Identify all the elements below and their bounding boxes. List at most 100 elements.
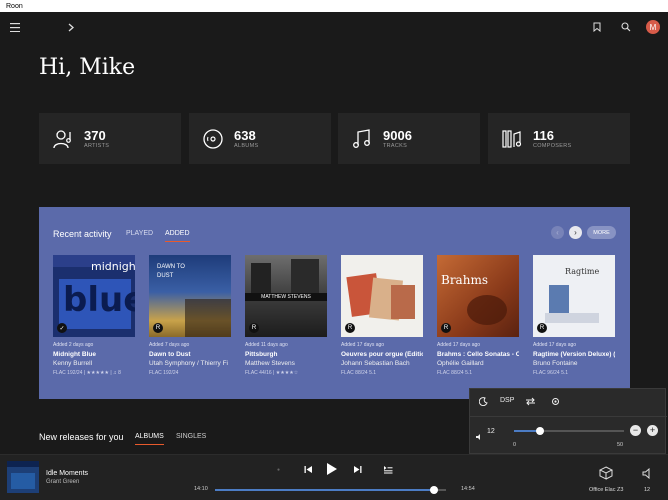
card-title[interactable]: Ragtime (Version Deluxe) (Ée: [533, 351, 615, 358]
card-artist[interactable]: Ophélie Gaillard: [437, 360, 519, 367]
card-title[interactable]: Dawn to Dust: [149, 351, 231, 358]
stat-card-composers[interactable]: 116 COMPOSERS: [488, 113, 630, 164]
volume-min-label: 0: [513, 442, 517, 448]
roon-badge-icon: R: [249, 323, 259, 333]
tab-added[interactable]: ADDED: [165, 230, 190, 242]
track-artist[interactable]: Grant Green: [46, 479, 79, 485]
search-icon[interactable]: [619, 20, 633, 34]
track-title[interactable]: Idle Moments: [46, 470, 88, 477]
now-playing-cover[interactable]: [7, 461, 39, 493]
card-added-date: Added 17 days ago: [341, 342, 385, 348]
tab-singles[interactable]: SINGLES: [176, 433, 206, 440]
card-added-date: Added 11 days ago: [245, 342, 288, 348]
card-format: FLAC 96/24 5.1: [533, 370, 569, 376]
album-card[interactable]: midnight blue ✓ Added 2 days ago Midnigh…: [53, 255, 135, 376]
card-artist[interactable]: Matthew Stevens: [245, 360, 327, 367]
tab-albums[interactable]: ALBUMS: [135, 433, 164, 445]
albums-count: 638: [234, 127, 256, 143]
user-avatar[interactable]: M: [646, 20, 660, 34]
tracks-label: TRACKS: [383, 142, 408, 149]
card-title[interactable]: Midnight Blue: [53, 351, 135, 358]
roon-badge-icon: R: [153, 323, 163, 333]
album-card[interactable]: DAWN TO DUST R Added 7 days ago Dawn to …: [149, 255, 231, 376]
artists-label: ARTISTS: [84, 142, 110, 149]
sleep-moon-icon[interactable]: [478, 397, 488, 408]
card-artist[interactable]: Johann Sebastian Bach: [341, 360, 423, 367]
roon-badge-icon: R: [441, 323, 451, 333]
album-card[interactable]: MATTHEW STEVENS R Added 11 days ago Pitt…: [245, 255, 327, 376]
volume-up-button[interactable]: +: [647, 425, 658, 436]
volume-slider-handle[interactable]: [536, 427, 545, 435]
album-card[interactable]: R Added 17 days ago Oeuvres pour orgue (…: [341, 255, 423, 376]
elapsed-time: 14:10: [194, 486, 208, 492]
volume-speaker-icon[interactable]: [642, 466, 653, 484]
stat-card-albums[interactable]: 638 ALBUMS: [189, 113, 331, 164]
card-artist[interactable]: Bruno Fontaine: [533, 360, 615, 367]
volume-popup: DSP 12 0 50 − +: [469, 388, 667, 454]
divider: [470, 416, 667, 417]
settings-gear-icon[interactable]: [551, 397, 560, 408]
zone-name[interactable]: Office Elac Z3: [589, 487, 623, 493]
album-cover[interactable]: midnight blue ✓: [53, 255, 135, 337]
next-track-icon[interactable]: [353, 465, 362, 476]
composer-icon: [502, 129, 522, 148]
seek-bar[interactable]: [215, 486, 446, 494]
stat-card-tracks[interactable]: 9006 TRACKS: [338, 113, 480, 164]
card-artist[interactable]: Utah Symphony / Thierry Fi: [149, 360, 231, 367]
greeting-heading: Hi, Mike: [39, 55, 136, 80]
album-cover[interactable]: Ragtime R: [533, 255, 615, 337]
album-card[interactable]: Ragtime R Added 17 days ago Ragtime (Ver…: [533, 255, 615, 376]
previous-page-button[interactable]: ‹: [551, 226, 564, 239]
composers-label: COMPOSERS: [533, 142, 572, 149]
card-artist[interactable]: Kenny Burrell: [53, 360, 135, 367]
previous-track-icon[interactable]: [304, 465, 313, 476]
volume-max-label: 50: [617, 442, 624, 448]
more-button[interactable]: MORE: [587, 226, 616, 239]
artist-icon: [53, 129, 71, 148]
window-title: Roon: [6, 2, 23, 10]
card-format: FLAC 88/24 5.1: [437, 370, 473, 376]
player-volume-value: 12: [644, 487, 651, 493]
new-releases-title: New releases for you: [39, 432, 124, 442]
volume-down-button[interactable]: −: [630, 425, 641, 436]
album-cover[interactable]: DAWN TO DUST R: [149, 255, 231, 337]
album-card[interactable]: Brahms R Added 17 days ago Brahms : Cell…: [437, 255, 519, 376]
roon-badge-icon: R: [537, 323, 547, 333]
card-format: FLAC 192/24: [149, 370, 179, 376]
card-added-date: Added 17 days ago: [533, 342, 577, 348]
artists-count: 370: [84, 127, 106, 143]
dsp-button[interactable]: DSP: [500, 397, 514, 404]
forward-chevron-icon[interactable]: [64, 20, 78, 34]
speaker-icon[interactable]: [475, 428, 483, 446]
volume-slider[interactable]: [514, 427, 624, 435]
radio-dot-icon[interactable]: ●: [277, 467, 280, 473]
tab-played[interactable]: PLAYED: [126, 230, 153, 237]
recent-activity-panel: Recent activity PLAYED ADDED ‹ › MORE mi…: [39, 207, 630, 399]
cover-lettering: Ragtime: [565, 267, 600, 276]
card-format: FLAC 88/24 5.1: [341, 370, 377, 376]
hamburger-menu-icon[interactable]: [8, 20, 22, 34]
cover-lettering: Brahms: [441, 273, 488, 287]
zone-speaker-icon[interactable]: [598, 466, 614, 485]
album-cover[interactable]: MATTHEW STEVENS R: [245, 255, 327, 337]
app-bar: M: [0, 12, 668, 42]
bookmark-icon[interactable]: [590, 20, 604, 34]
album-cover[interactable]: R: [341, 255, 423, 337]
swap-arrows-icon[interactable]: [525, 397, 536, 408]
avatar-letter: M: [649, 22, 657, 32]
albums-label: ALBUMS: [234, 142, 259, 149]
next-page-button[interactable]: ›: [569, 226, 582, 239]
volume-value: 12: [487, 428, 495, 435]
cover-lettering: DAWN TO DUST: [157, 264, 185, 279]
card-title[interactable]: Pittsburgh: [245, 351, 327, 358]
album-disc-icon: [203, 128, 223, 149]
stat-card-artists[interactable]: 370 ARTISTS: [39, 113, 181, 164]
seek-bar-handle[interactable]: [430, 486, 439, 494]
album-cover[interactable]: Brahms R: [437, 255, 519, 337]
card-title[interactable]: Brahms : Cello Sonatas - Cla: [437, 351, 519, 358]
queue-icon[interactable]: [383, 465, 393, 476]
play-icon[interactable]: [326, 462, 338, 478]
card-title[interactable]: Oeuvres pour orgue (Édition: [341, 351, 423, 358]
now-playing-bar: Idle Moments Grant Green ● 14:10 14:54 O…: [0, 454, 668, 500]
total-time: 14:54: [461, 486, 475, 492]
